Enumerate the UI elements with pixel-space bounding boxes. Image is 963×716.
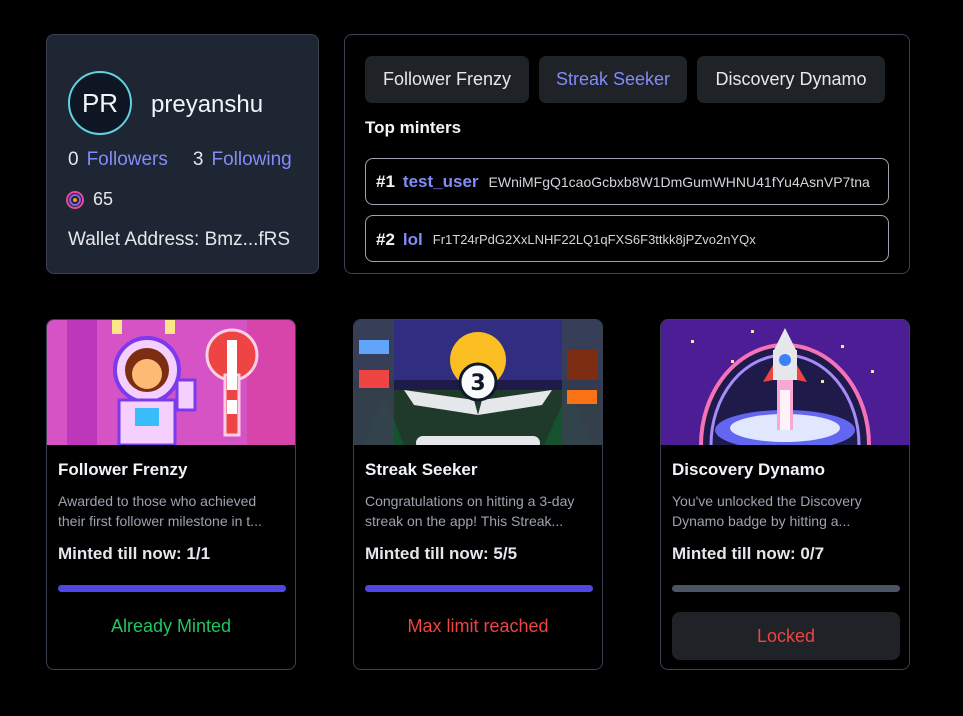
minted-count: Minted till now: 0/7 <box>672 544 825 563</box>
points-display: 65 <box>66 189 113 210</box>
minter-rank: #2 <box>376 230 395 249</box>
username: preyanshu <box>151 91 264 118</box>
minter-row[interactable]: #2 lol Fr1T24rPdG2XxLNHF22LQ1qFXS6F3ttkk… <box>365 215 889 262</box>
pixel-rocket-image <box>661 320 909 445</box>
status-already-minted: Already Minted <box>110 616 232 636</box>
points-value: 65 <box>93 189 114 209</box>
minter-name[interactable]: lol <box>403 230 423 250</box>
mint-progress-bar <box>58 585 286 592</box>
badge-description: Awarded to those who achieved their firs… <box>58 493 262 529</box>
coin-icon <box>66 190 84 209</box>
avatar: PR <box>68 71 132 135</box>
status-max-limit: Max limit reached <box>407 616 549 636</box>
mint-progress-bar <box>672 585 900 592</box>
minted-count: Minted till now: 5/5 <box>365 544 518 563</box>
following-label[interactable]: Following <box>211 149 291 171</box>
locked-button[interactable]: Locked <box>672 612 900 660</box>
pixel-streak-emblem-image: 3 <box>354 320 602 445</box>
followers-link[interactable]: 0 Followers <box>68 149 168 171</box>
badge-card-streak-seeker: 3 Streak Seeker Congratulations on hitti… <box>353 319 603 670</box>
minter-address: Fr1T24rPdG2XxLNHF22LQ1qFXS6F3ttkk8jPZvo2… <box>432 232 756 247</box>
badge-card-follower-frenzy: Follower Frenzy Awarded to those who ach… <box>46 319 296 670</box>
tab-follower-frenzy[interactable]: Follower Frenzy <box>365 56 529 103</box>
following-count: 3 <box>192 149 204 170</box>
pixel-astronaut-image <box>47 320 295 445</box>
mint-progress-bar <box>365 585 593 592</box>
follow-stats: 0 Followers 3 Following <box>68 149 292 171</box>
minter-address: EWniMFgQ1caoGcbxb8W1DmGumWHNU41fYu4AsnVP… <box>488 173 870 190</box>
badge-description: You've unlocked the Discovery Dynamo bad… <box>672 493 862 529</box>
minter-rank: #1 <box>376 171 395 191</box>
top-minters-title: Top minters <box>365 118 462 137</box>
tab-streak-seeker[interactable]: Streak Seeker <box>539 56 687 103</box>
following-link[interactable]: 3 Following <box>193 149 292 171</box>
profile-card: PR preyanshu 0 Followers 3 Following 65 … <box>46 34 319 274</box>
followers-count: 0 <box>68 149 79 170</box>
followers-label[interactable]: Followers <box>87 149 168 171</box>
minted-count: Minted till now: 1/1 <box>58 544 211 563</box>
tab-discovery-dynamo[interactable]: Discovery Dynamo <box>697 56 885 103</box>
badge-title: Follower Frenzy <box>58 460 188 479</box>
badge-card-discovery-dynamo: Discovery Dynamo You've unlocked the Dis… <box>660 319 910 670</box>
svg-text:3: 3 <box>470 371 485 396</box>
badge-title: Discovery Dynamo <box>672 460 826 479</box>
badge-title: Streak Seeker <box>365 460 478 479</box>
badge-description: Congratulations on hitting a 3-day strea… <box>365 493 575 529</box>
top-minters-card: Follower Frenzy Streak Seeker Discovery … <box>344 34 910 274</box>
wallet-address: Wallet Address: Bmz...fRS <box>68 229 291 250</box>
minter-row[interactable]: #1 test_user EWniMFgQ1caoGcbxb8W1DmGumWH… <box>365 158 889 205</box>
minter-name[interactable]: test_user <box>403 172 479 192</box>
